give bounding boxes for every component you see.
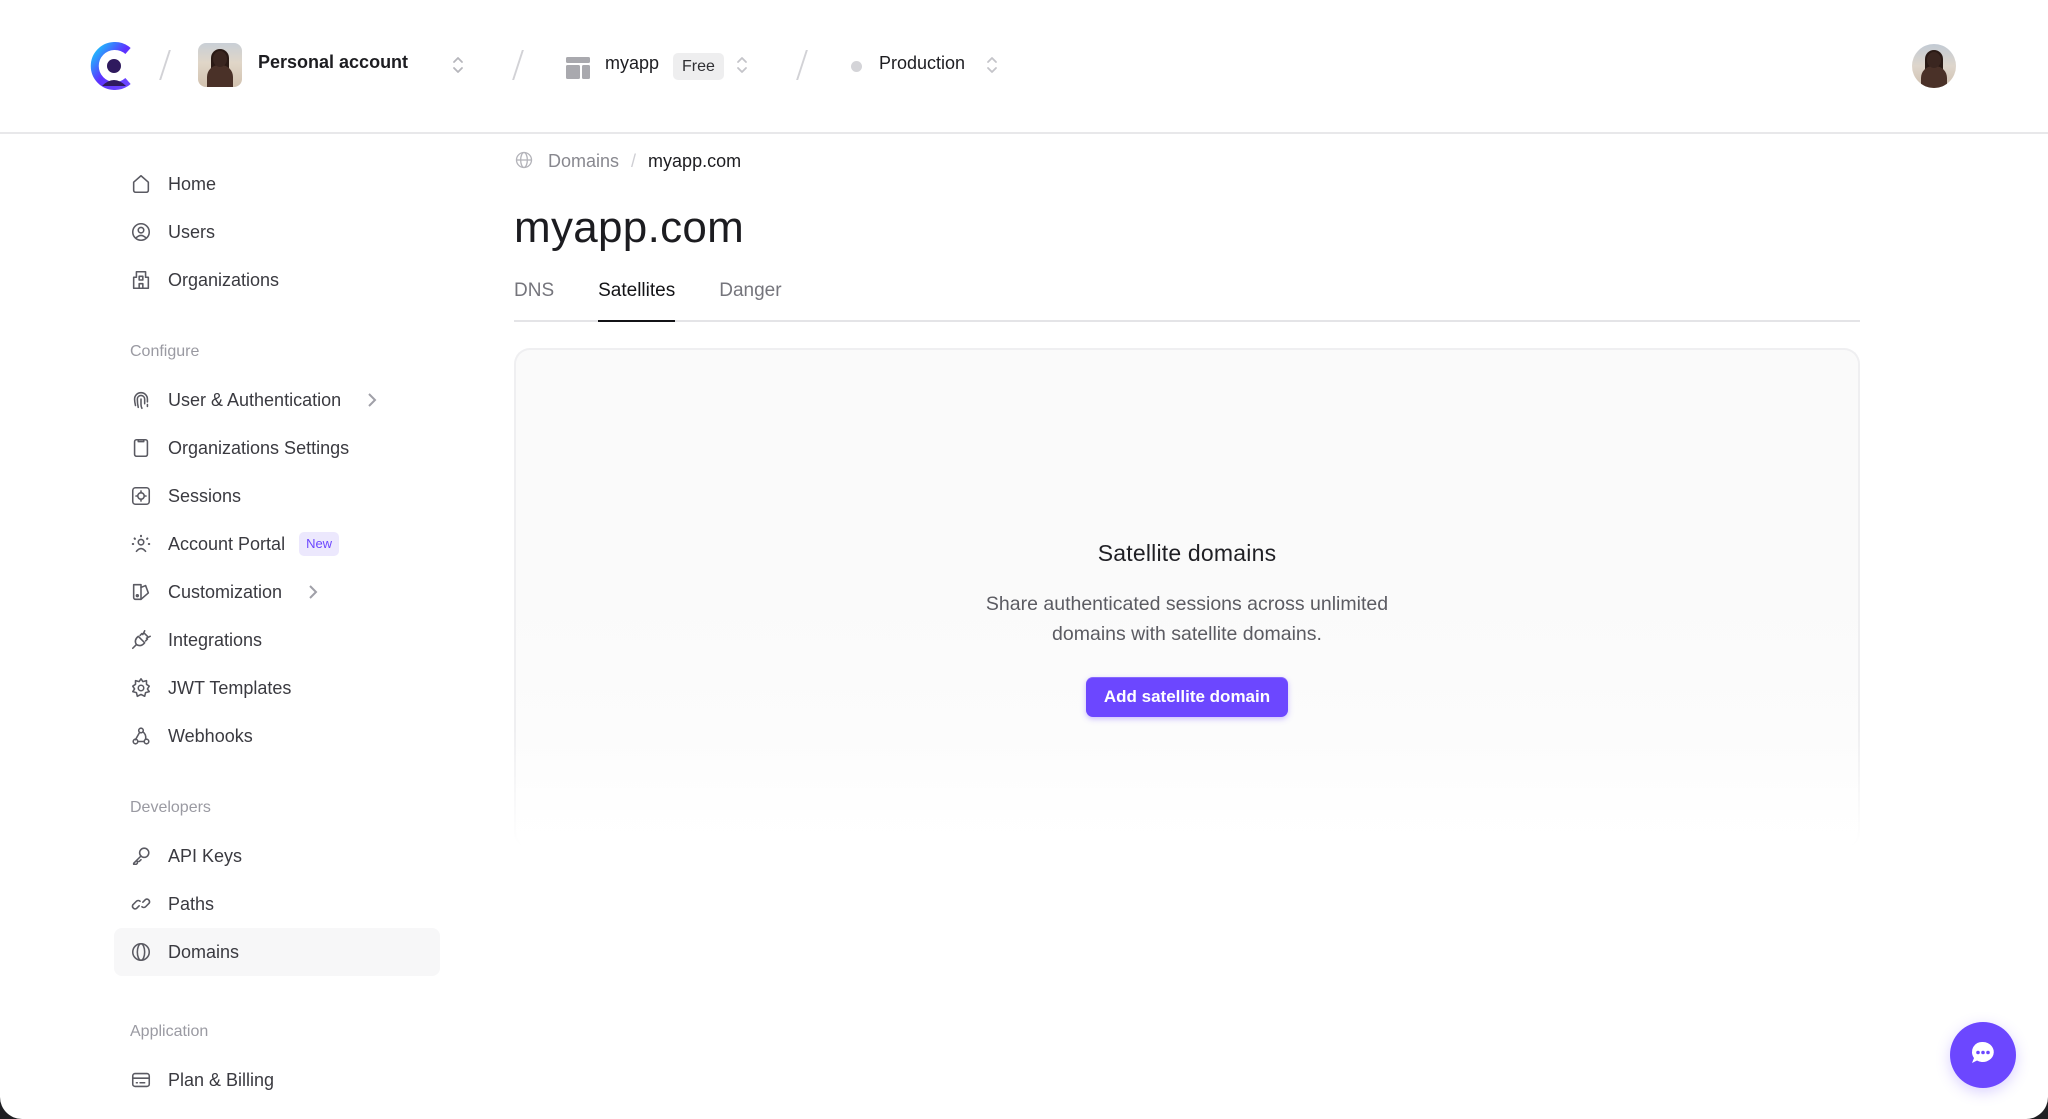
credit-card-icon	[130, 1069, 152, 1091]
customization-icon	[130, 581, 152, 603]
sidebar-item-user-authentication[interactable]: User & Authentication	[114, 376, 440, 424]
sidebar-item-label: JWT Templates	[168, 677, 292, 698]
sidebar-item-organizations-settings[interactable]: Organizations Settings	[114, 424, 440, 472]
sidebar: Home Users Organizations Configure User …	[114, 160, 440, 1104]
breadcrumb-current: myapp.com	[648, 150, 742, 171]
environment-switcher-label[interactable]: Production	[879, 53, 965, 74]
chevron-up-down-icon[interactable]	[735, 53, 749, 77]
empty-state-description: Share authenticated sessions across unli…	[985, 593, 1389, 645]
user-avatar[interactable]	[1912, 44, 1956, 88]
sessions-gear-icon	[130, 485, 152, 507]
sidebar-item-home[interactable]: Home	[114, 160, 440, 208]
sidebar-item-label: Customization	[168, 581, 283, 602]
clerk-logo-icon[interactable]	[90, 42, 134, 90]
fingerprint-icon	[130, 389, 152, 411]
webhook-icon	[130, 725, 152, 747]
sidebar-item-label: User & Authentication	[168, 389, 342, 410]
breadcrumb-separator	[796, 50, 808, 80]
sidebar-item-label: API Keys	[168, 845, 243, 866]
sidebar-item-label: Organizations	[168, 269, 280, 290]
link-icon	[130, 893, 152, 915]
tab-dns[interactable]: DNS	[514, 268, 554, 320]
new-badge: New	[299, 532, 340, 556]
sidebar-item-label: Organizations Settings	[168, 437, 350, 458]
sidebar-item-sessions[interactable]: Sessions	[114, 472, 440, 520]
breadcrumb-separator	[159, 50, 171, 80]
sidebar-item-label: Account Portal	[168, 533, 286, 554]
top-navigation-bar: Personal account myapp Free Production	[0, 0, 2048, 134]
page-title: myapp.com	[514, 203, 745, 252]
app-window: Personal account myapp Free Production H…	[0, 0, 2048, 1119]
tab-danger[interactable]: Danger	[719, 268, 781, 320]
plan-badge: Free	[673, 53, 724, 80]
chat-bubble-icon	[1968, 1038, 1998, 1073]
breadcrumb-link-domains[interactable]: Domains	[548, 151, 619, 172]
account-portal-icon	[130, 533, 152, 555]
sidebar-item-account-portal[interactable]: Account Portal New	[114, 520, 440, 568]
chevron-up-down-icon[interactable]	[451, 53, 465, 77]
sidebar-item-plan-billing[interactable]: Plan & Billing	[114, 1056, 440, 1104]
chevron-up-down-icon[interactable]	[985, 53, 999, 77]
sidebar-item-integrations[interactable]: Integrations	[114, 616, 440, 664]
sidebar-item-label: Webhooks	[168, 725, 253, 746]
environment-status-dot	[851, 61, 862, 72]
main-content: Domains / myapp.com myapp.com DNS Satell…	[514, 151, 1860, 848]
sidebar-item-domains[interactable]: Domains	[114, 928, 440, 976]
sidebar-item-label: Home	[168, 173, 217, 194]
section-title-configure: Configure	[130, 343, 200, 360]
sidebar-item-label: Users	[168, 221, 216, 242]
sidebar-item-jwt-templates[interactable]: JWT Templates	[114, 664, 440, 712]
sidebar-item-api-keys[interactable]: API Keys	[114, 832, 440, 880]
home-icon	[130, 173, 152, 195]
building-icon	[130, 269, 152, 291]
cog-icon	[130, 677, 152, 699]
account-switcher-label[interactable]: Personal account	[258, 52, 408, 73]
sidebar-item-label: Domains	[168, 941, 240, 962]
user-circle-icon	[130, 221, 152, 243]
tab-satellites[interactable]: Satellites	[598, 268, 676, 322]
globe-icon	[514, 150, 534, 170]
chat-support-button[interactable]	[1950, 1022, 2016, 1088]
breadcrumb: Domains / myapp.com	[514, 130, 1860, 192]
sidebar-item-label: Paths	[168, 893, 215, 914]
key-icon	[130, 845, 152, 867]
plug-icon	[130, 629, 152, 651]
sidebar-item-customization[interactable]: Customization	[114, 568, 440, 616]
satellite-domains-card: Satellite domains Share authenticated se…	[514, 348, 1860, 848]
application-switcher-label[interactable]: myapp	[605, 53, 659, 74]
section-title-application: Application	[130, 1023, 209, 1040]
sidebar-item-label: Sessions	[168, 485, 242, 506]
tab-bar: DNS Satellites Danger	[514, 268, 1860, 322]
clipboard-icon	[130, 437, 152, 459]
breadcrumb-separator: /	[631, 150, 637, 171]
sidebar-item-label: Integrations	[168, 629, 263, 650]
chevron-right-icon	[367, 392, 377, 408]
globe-icon	[130, 941, 152, 963]
section-title-developers: Developers	[130, 799, 211, 816]
account-avatar[interactable]	[198, 43, 242, 87]
chevron-right-icon	[308, 584, 318, 600]
application-layout-icon	[566, 57, 590, 79]
sidebar-item-paths[interactable]: Paths	[114, 880, 440, 928]
add-satellite-domain-button[interactable]: Add satellite domain	[1085, 677, 1289, 717]
sidebar-item-label: Plan & Billing	[168, 1069, 275, 1090]
sidebar-item-webhooks[interactable]: Webhooks	[114, 712, 440, 760]
sidebar-item-users[interactable]: Users	[114, 208, 440, 256]
empty-state-title: Satellite domains	[1097, 540, 1277, 566]
sidebar-item-organizations[interactable]: Organizations	[114, 256, 440, 304]
empty-state: Satellite domains Share authenticated se…	[516, 540, 1858, 717]
breadcrumb-separator	[512, 50, 524, 80]
